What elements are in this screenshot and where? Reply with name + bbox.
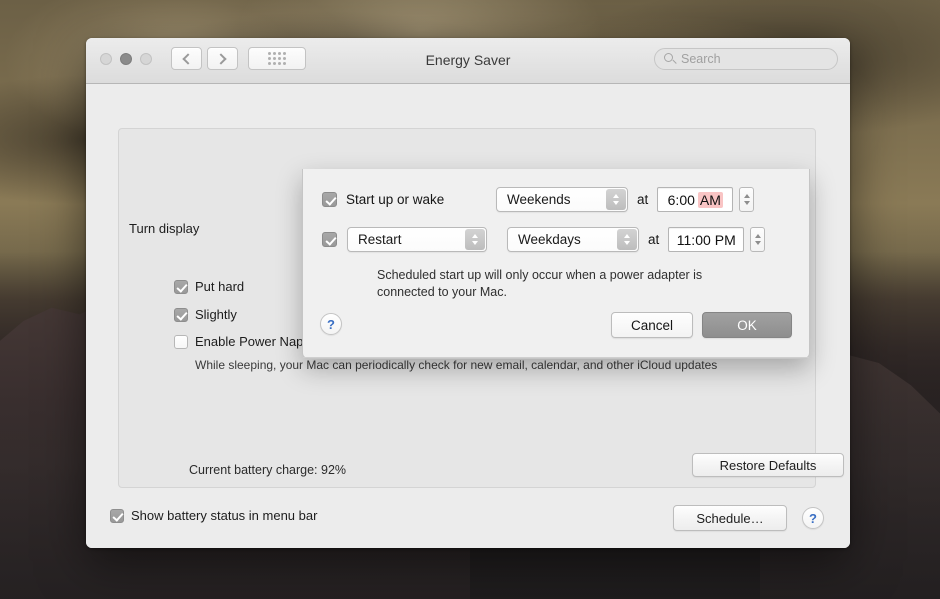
energy-saver-window: Energy Saver Search Turn display 3 hrs N… (86, 38, 850, 548)
search-icon (664, 53, 673, 62)
desktop-background: Energy Saver Search Turn display 3 hrs N… (0, 0, 940, 599)
search-input[interactable]: Search (654, 48, 838, 70)
turn-display-label: Turn display (129, 221, 200, 236)
chevron-updown-icon (465, 229, 485, 250)
checkbox-put-hard-disks-to-sleep[interactable]: Put hard (174, 279, 244, 294)
schedule-button[interactable]: Schedule… (673, 505, 787, 531)
startup-time-stepper[interactable] (739, 187, 755, 212)
at-word-label: at (648, 232, 660, 247)
startup-time-value: 6:00 (667, 191, 695, 208)
shutdown-days-value: Weekdays (518, 232, 581, 247)
window-content: Turn display 3 hrs Never Put hard (86, 84, 850, 548)
startup-days-value: Weekends (507, 192, 571, 207)
checkbox-box-icon (174, 335, 188, 349)
stepper-down-icon[interactable] (743, 201, 750, 205)
stepper-down-icon[interactable] (754, 241, 761, 245)
battery-charge-status: Current battery charge: 92% (189, 463, 347, 477)
startup-days-dropdown[interactable]: Weekends (496, 187, 628, 212)
checkbox-label: Slightly (195, 307, 237, 322)
search-placeholder: Search (681, 52, 721, 66)
checkbox-box-icon (174, 280, 188, 294)
checkbox-label: Put hard (195, 279, 245, 294)
checkbox-show-battery-status[interactable]: Show battery status in menu bar (110, 508, 317, 523)
checkbox-sleep-restart-shutdown[interactable] (322, 232, 337, 247)
shutdown-days-dropdown[interactable]: Weekdays (507, 227, 639, 252)
power-nap-description: While sleeping, your Mac can periodicall… (195, 358, 718, 372)
shutdown-action-dropdown[interactable]: Restart (347, 227, 487, 252)
ok-button[interactable]: OK (702, 312, 792, 338)
shutdown-ampm-value[interactable]: PM (715, 232, 736, 248)
chevron-updown-icon (617, 229, 637, 250)
at-word-label: at (637, 192, 649, 207)
schedule-note-text: Scheduled start up will only occur when … (377, 268, 703, 299)
cancel-button[interactable]: Cancel (611, 312, 693, 338)
shutdown-time-value: 11:00 (676, 231, 711, 248)
checkbox-start-up-or-wake[interactable] (322, 192, 337, 207)
dialog-bottom-divider (303, 357, 809, 358)
startup-time-field[interactable]: 6:00 AM (657, 187, 734, 212)
restore-defaults-button[interactable]: Restore Defaults (692, 453, 844, 477)
start-up-or-wake-label: Start up or wake (346, 192, 445, 207)
shutdown-time-stepper[interactable] (750, 227, 766, 252)
schedule-startup-row: Start up or wake Weekends at 6:00 AM (322, 187, 755, 212)
help-button[interactable]: ? (802, 507, 824, 529)
checkbox-slightly-dim-display[interactable]: Slightly (174, 307, 237, 322)
checkbox-box-icon (110, 509, 124, 523)
schedule-shutdown-row: Restart Weekdays at 11:00 PM (322, 227, 766, 252)
checkbox-box-icon (174, 308, 188, 322)
shutdown-time-field[interactable]: 11:00 PM (668, 227, 745, 252)
window-titlebar: Energy Saver Search (86, 38, 850, 84)
chevron-updown-icon (606, 189, 626, 210)
dialog-help-button[interactable]: ? (320, 313, 342, 335)
startup-ampm-value[interactable]: AM (697, 191, 723, 208)
stepper-up-icon[interactable] (743, 194, 750, 198)
schedule-dialog: Start up or wake Weekends at 6:00 AM Res… (302, 169, 810, 359)
stepper-up-icon[interactable] (754, 234, 761, 238)
shutdown-action-value: Restart (358, 232, 402, 247)
checkbox-label: Show battery status in menu bar (131, 508, 318, 523)
